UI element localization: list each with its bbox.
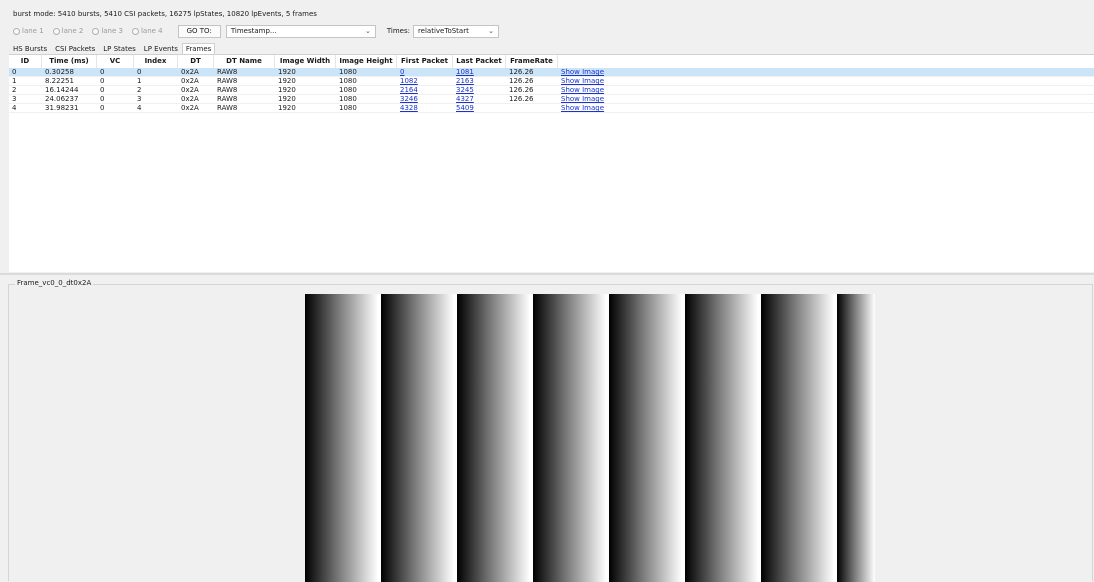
- chevron-down-icon: ⌄: [364, 27, 371, 35]
- radio-icon: [13, 27, 20, 35]
- column-header[interactable]: First Packet: [397, 55, 453, 68]
- gradient-stripe: [685, 294, 758, 582]
- last-packet-link[interactable]: 5409: [456, 104, 474, 112]
- table-row[interactable]: 4 31.98231 0 4 0x2A RAW8 1920 1080 4328 …: [9, 104, 1094, 113]
- frame-preview-group: Frame_vc0_0_dt0x2A: [8, 279, 1093, 582]
- frames-table: ID Time (ms) VC Index DT DT Name Image W…: [9, 54, 1094, 272]
- tab-lp-states[interactable]: LP States: [99, 43, 140, 54]
- last-packet-link[interactable]: 1081: [456, 68, 474, 76]
- show-image-link[interactable]: Show Image: [561, 86, 604, 94]
- table-row[interactable]: 3 24.06237 0 3 0x2A RAW8 1920 1080 3246 …: [9, 95, 1094, 104]
- show-image-link[interactable]: Show Image: [561, 68, 604, 76]
- column-header[interactable]: Last Packet: [453, 55, 506, 68]
- gradient-stripe: [457, 294, 530, 582]
- times-label: Times:: [386, 27, 410, 35]
- gradient-stripe: [305, 294, 378, 582]
- radio-icon: [52, 27, 60, 35]
- show-image-link[interactable]: Show Image: [561, 95, 604, 103]
- chevron-down-icon: ⌄: [488, 27, 494, 35]
- tab-csi-packets[interactable]: CSI Packets: [51, 43, 99, 54]
- first-packet-link[interactable]: 3246: [400, 95, 418, 103]
- goto-button[interactable]: GO TO:: [177, 24, 221, 38]
- table-header: ID Time (ms) VC Index DT DT Name Image W…: [9, 55, 1094, 68]
- gradient-stripe: [837, 294, 875, 582]
- radio-icon: [131, 27, 139, 35]
- gradient-stripe: [533, 294, 606, 582]
- tab-hs-bursts[interactable]: HS Bursts: [9, 43, 51, 54]
- lane-4-radio[interactable]: lane 4: [131, 27, 163, 35]
- column-header[interactable]: FrameRate: [506, 55, 558, 68]
- tab-frames[interactable]: Frames: [181, 43, 216, 54]
- first-packet-link[interactable]: 4328: [400, 104, 418, 112]
- times-select[interactable]: relativeToStart ⌄: [412, 24, 499, 38]
- column-header[interactable]: Index: [134, 55, 178, 68]
- lane-3-radio[interactable]: lane 3: [92, 27, 123, 35]
- column-header[interactable]: DT: [178, 55, 214, 68]
- frame-image: [305, 294, 876, 582]
- lane-1-radio[interactable]: lane 1: [13, 27, 44, 35]
- first-packet-link[interactable]: 0: [400, 68, 404, 76]
- lane-2-radio[interactable]: lane 2: [52, 27, 83, 35]
- column-header[interactable]: Image Height: [336, 55, 397, 68]
- gradient-stripe: [381, 294, 454, 582]
- show-image-link[interactable]: Show Image: [561, 104, 604, 112]
- column-header[interactable]: ID: [9, 55, 42, 68]
- table-row[interactable]: 0 0.30258 0 0 0x2A RAW8 1920 1080 0 1081…: [9, 68, 1094, 77]
- first-packet-link[interactable]: 2164: [400, 86, 418, 94]
- radio-icon: [92, 27, 100, 35]
- column-header[interactable]: VC: [97, 55, 134, 68]
- table-row[interactable]: 2 16.14244 0 2 0x2A RAW8 1920 1080 2164 …: [9, 86, 1094, 95]
- goto-select[interactable]: Timestamp... ⌄: [225, 24, 376, 38]
- frame-title: Frame_vc0_0_dt0x2A: [15, 279, 94, 287]
- last-packet-link[interactable]: 2163: [456, 77, 474, 85]
- toolbar: lane 1 lane 2 lane 3 lane 4 GO TO: Times…: [13, 24, 499, 38]
- last-packet-link[interactable]: 3245: [456, 86, 474, 94]
- show-image-link[interactable]: Show Image: [561, 77, 604, 85]
- gradient-stripe: [609, 294, 682, 582]
- last-packet-link[interactable]: 4327: [456, 95, 474, 103]
- tab-bar: HS Bursts CSI Packets LP States LP Event…: [9, 43, 216, 54]
- status-text: burst mode: 5410 bursts, 5410 CSI packet…: [13, 10, 317, 18]
- column-header[interactable]: Time (ms): [42, 55, 97, 68]
- column-header[interactable]: DT Name: [214, 55, 275, 68]
- tab-lp-events[interactable]: LP Events: [140, 43, 182, 54]
- first-packet-link[interactable]: 1082: [400, 77, 418, 85]
- table-row[interactable]: 1 8.22251 0 1 0x2A RAW8 1920 1080 1082 2…: [9, 77, 1094, 86]
- panel-splitter[interactable]: [0, 273, 1094, 275]
- column-header[interactable]: Image Width: [275, 55, 336, 68]
- gradient-stripe: [761, 294, 834, 582]
